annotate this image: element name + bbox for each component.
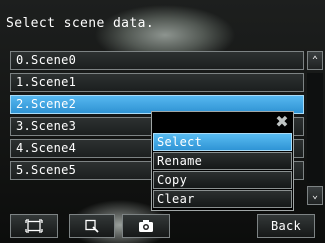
context-menu: ✖ Select Rename Copy Clear <box>151 111 294 211</box>
capture-button[interactable] <box>122 214 170 238</box>
close-icon[interactable]: ✖ <box>274 114 290 130</box>
fit-screen-button[interactable] <box>10 214 58 238</box>
menu-item-clear[interactable]: Clear <box>153 190 292 208</box>
chevron-up-icon[interactable]: ⌃ <box>307 51 323 70</box>
prompt-text: Select scene data. <box>6 16 155 31</box>
zoom-icon <box>85 219 99 233</box>
scrollbar[interactable]: ⌃ ⌄ <box>307 51 323 205</box>
fit-screen-icon <box>25 219 43 233</box>
scene-row-label: 3.Scene3 <box>16 119 77 133</box>
chevron-down-icon[interactable]: ⌄ <box>307 186 323 205</box>
zoom-button[interactable] <box>69 214 115 238</box>
scene-row-label: 1.Scene1 <box>16 75 77 89</box>
menu-item-copy[interactable]: Copy <box>153 171 292 189</box>
scene-row-label: 0.Scene0 <box>16 53 77 67</box>
scene-row-1[interactable]: 1.Scene1 <box>10 73 304 92</box>
scene-row-label: 5.Scene5 <box>16 163 77 177</box>
scroll-track[interactable] <box>307 73 323 183</box>
camera-icon <box>139 220 153 232</box>
scene-row-label: 2.Scene2 <box>16 97 77 111</box>
bottom-toolbar: Back <box>0 210 325 243</box>
scene-row-label: 4.Scene4 <box>16 141 77 155</box>
back-button[interactable]: Back <box>257 214 315 238</box>
scene-row-0[interactable]: 0.Scene0 <box>10 51 304 70</box>
menu-item-select[interactable]: Select <box>153 133 292 151</box>
menu-item-rename[interactable]: Rename <box>153 152 292 170</box>
